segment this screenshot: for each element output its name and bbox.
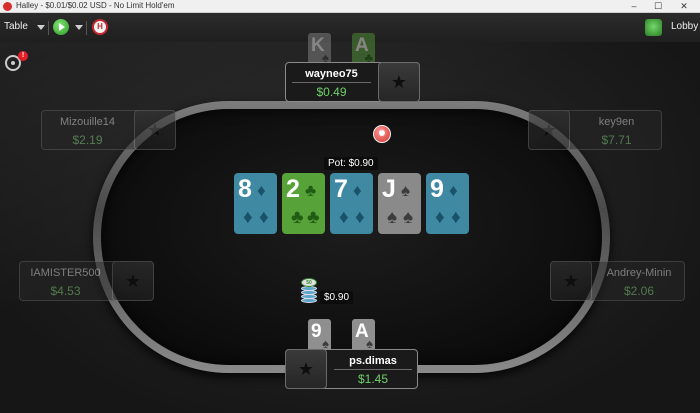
board-card-1: 8 ♦ ♦ ♦ [234, 173, 277, 234]
chip-denomination: 50 [301, 278, 317, 287]
board-card-4: J ♠ ♠ ♠ [378, 173, 421, 234]
avatar[interactable]: ★ [528, 110, 570, 150]
toolbar-divider [86, 21, 87, 35]
player-name: Andrey-Minin [606, 267, 672, 279]
card-suit: ♦ [257, 181, 266, 200]
table-menu-chevron-down-icon[interactable] [37, 25, 45, 30]
avatar[interactable]: ★ [112, 261, 154, 301]
close-button[interactable]: ✕ [672, 0, 696, 13]
player-name: wayneo75 [305, 68, 358, 80]
hero-hole-card: 9 ♠ [308, 319, 331, 352]
card-rank: 9 [311, 321, 322, 342]
player-stack: $7.71 [601, 133, 632, 147]
card-suit: ♣ [291, 207, 304, 228]
star-icon: ★ [390, 72, 408, 92]
avatar[interactable]: ★ [550, 261, 592, 301]
window-titlebar: Halley - $0.01/$0.02 USD - No Limit Hold… [0, 0, 700, 13]
card-suit: ♠ [403, 207, 414, 228]
card-suit: ♣ [307, 207, 320, 228]
card-rank: J [382, 175, 396, 203]
minimize-button[interactable]: – [622, 0, 646, 13]
star-icon: ★ [297, 359, 315, 379]
player-stack: $0.49 [316, 85, 347, 99]
star-icon: ★ [124, 271, 142, 291]
seat-mizouille14[interactable]: Mizouille14 $2.19 ★ [41, 110, 176, 150]
board-card-2: 2 ♣ ♣ ♣ [282, 173, 325, 234]
lobby-button[interactable]: Lobby [671, 21, 698, 32]
play-menu-chevron-down-icon[interactable] [75, 25, 83, 30]
board-card-3: 7 ♦ ♦ ♦ [330, 173, 373, 234]
player-stack: $4.53 [50, 284, 81, 298]
toolbar-divider [48, 21, 49, 35]
card-rank: 2 [286, 175, 300, 203]
notification-badge: ! [18, 51, 28, 61]
card-rank: 7 [334, 175, 348, 203]
table-menu-button[interactable]: Table [4, 21, 28, 32]
bet-amount: $0.90 [320, 291, 354, 304]
chip-stack-icon: 50 [301, 278, 317, 304]
card-rank: 9 [430, 175, 444, 203]
seat-key9en[interactable]: ★ key9en $7.71 [528, 110, 662, 150]
card-suit: ♦ [355, 207, 365, 228]
hero-hole-card: A ♠ [352, 319, 375, 352]
avatar[interactable]: ★ [285, 349, 327, 389]
play-icon[interactable] [53, 19, 69, 35]
seat-ps-dimas[interactable]: ★ ps.dimas $1.45 [285, 349, 418, 389]
card-suit: ♠ [387, 207, 398, 228]
player-name: key9en [598, 116, 635, 128]
app-icon [3, 2, 12, 11]
seat-andrey-minin[interactable]: ★ Andrey-Minin $2.06 [550, 261, 685, 301]
table-toolbar: Table H Lobby [0, 13, 700, 42]
player-name: ps.dimas [349, 355, 397, 367]
player-name: Mizouille14 [59, 116, 116, 128]
divider [334, 369, 412, 370]
player-stack: $1.45 [357, 372, 389, 386]
pot-label: Pot: $0.90 [324, 157, 378, 170]
player-stack: $2.19 [72, 133, 103, 147]
seat-iamister500[interactable]: IAMISTER500 $4.53 ★ [19, 261, 154, 301]
player-name: IAMISTER500 [30, 267, 101, 279]
card-suit: ♣ [305, 181, 317, 200]
card-suit: ♦ [451, 207, 461, 228]
card-suit: ♦ [339, 207, 349, 228]
star-icon: ★ [146, 120, 164, 140]
card-suit: ♦ [353, 181, 362, 200]
avatar[interactable]: ★ [378, 62, 420, 102]
seat-wayneo75[interactable]: wayneo75 $0.49 ★ [285, 62, 420, 102]
card-rank: 8 [238, 175, 252, 203]
maximize-button[interactable]: ☐ [646, 0, 670, 13]
dealer-button [373, 125, 391, 143]
card-suit: ♦ [435, 207, 445, 228]
card-suit: ♦ [449, 181, 458, 200]
card-suit: ♦ [259, 207, 269, 228]
star-icon: ★ [540, 120, 558, 140]
card-suit: ♦ [243, 207, 253, 228]
hud-icon[interactable]: H [92, 19, 108, 35]
star-icon: ★ [562, 271, 580, 291]
card-suit: ♠ [401, 181, 411, 200]
avatar[interactable]: ★ [134, 110, 176, 150]
lobby-icon[interactable] [645, 19, 662, 36]
divider [292, 82, 371, 83]
board-card-5: 9 ♦ ♦ ♦ [426, 173, 469, 234]
player-stack: $2.06 [623, 284, 655, 298]
window-title: Halley - $0.01/$0.02 USD - No Limit Hold… [16, 1, 175, 10]
